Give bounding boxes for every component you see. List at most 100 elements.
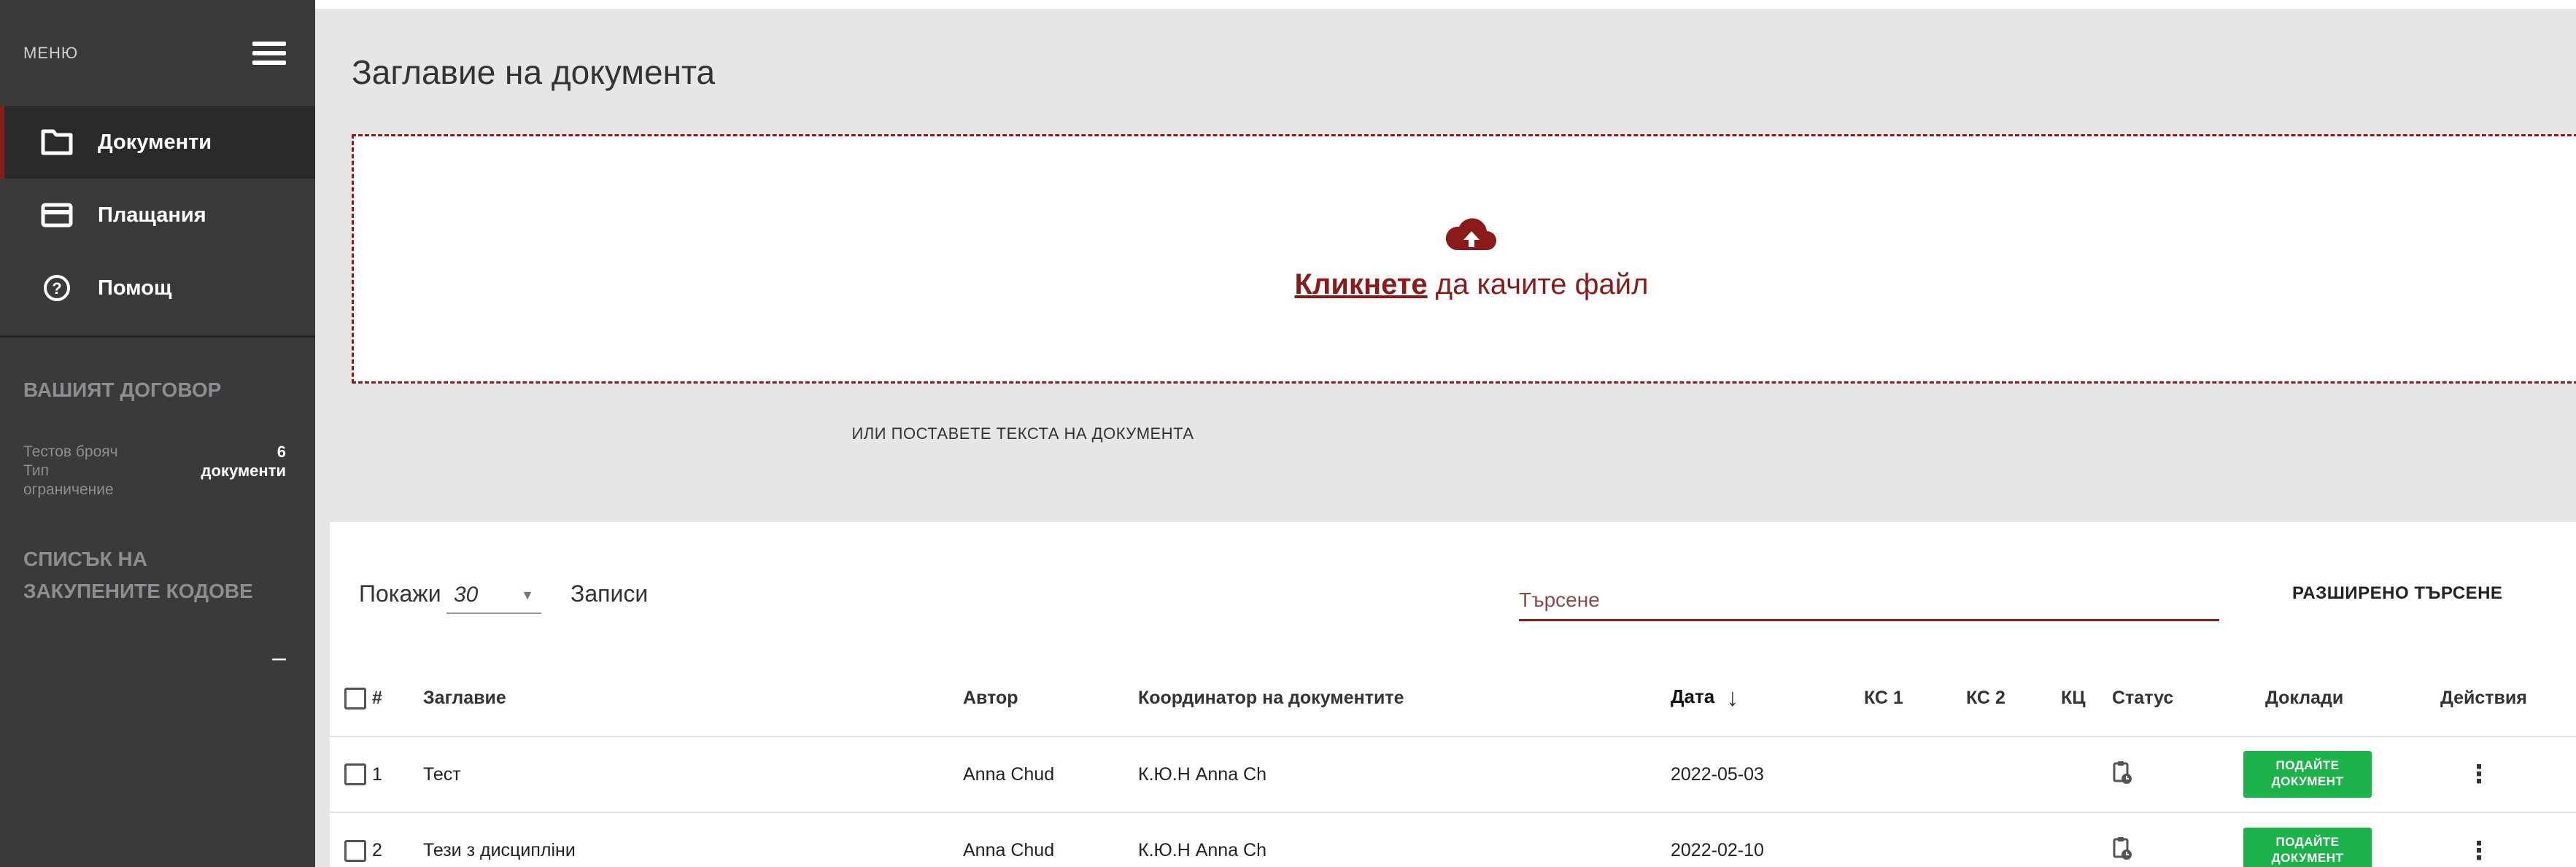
app: МЕНЮ Документи Плащания ? Помощ ВАШИЯТ Д… — [0, 0, 2576, 867]
select-all-checkbox[interactable] — [344, 687, 366, 709]
sidebar-item-label: Помощ — [98, 276, 172, 300]
purchased-codes-title-line-1: СПИСЪК НА — [23, 548, 147, 570]
tests-counter-row: Тестов брояч 6 — [0, 443, 315, 462]
tests-counter-label: Тестов брояч — [23, 443, 118, 460]
help-circle-icon: ? — [39, 273, 74, 303]
table-toolbar: Покажи 30 ▼ Записи РАЗШИРЕНО ТЪРСЕНЕ — [330, 522, 2576, 624]
select-all-cell — [330, 661, 372, 736]
row-title[interactable]: Тест — [423, 736, 963, 812]
column-header-title[interactable]: Заглавие — [423, 661, 963, 736]
upload-dropzone[interactable]: Кликнете да качите файл — [352, 134, 2576, 384]
column-header-author[interactable]: Автор — [963, 661, 1138, 736]
row-ks2 — [1966, 812, 2061, 867]
contract-title: ВАШИЯТ ДОГОВОР — [23, 378, 222, 401]
row-date: 2022-05-03 — [1671, 736, 1864, 812]
row-checkbox-cell — [330, 736, 372, 812]
row-checkbox-cell — [330, 812, 372, 867]
submit-document-button[interactable]: ПОДАЙТЕ ДОКУМЕНТ — [2243, 827, 2372, 867]
clipboard-clock-icon[interactable] — [2112, 836, 2132, 866]
row-kc — [2061, 736, 2112, 812]
limit-type-label-line-2: ограничение — [23, 481, 114, 498]
main-content: Заглавие на документа Кликнете да качите… — [315, 0, 2576, 867]
row-ks1 — [1864, 736, 1966, 812]
row-reports: ПОДАЙТЕ ДОКУМЕНТ — [2229, 736, 2440, 812]
top-strip — [315, 0, 2576, 9]
column-header-num: # — [372, 688, 382, 708]
svg-text:?: ? — [52, 279, 61, 298]
purchased-codes-section: СПИСЪК НА ЗАКУПЕНИТЕ КОДОВЕ – — [0, 499, 315, 672]
column-header-status[interactable]: Статус — [2112, 661, 2229, 736]
show-label: Покажи — [359, 580, 441, 607]
more-vertical-icon[interactable]: ⋮ — [2467, 836, 2491, 866]
limit-type-label-line-1: Тип — [23, 462, 50, 479]
documents-table-card: Покажи 30 ▼ Записи РАЗШИРЕНО ТЪРСЕНЕ — [330, 522, 2576, 867]
contract-section: ВАШИЯТ ДОГОВОР Тестов брояч 6 Тип ограни… — [0, 338, 315, 499]
row-kc — [2061, 812, 2112, 867]
submit-document-button[interactable]: ПОДАЙТЕ ДОКУМЕНТ — [2243, 751, 2372, 798]
upload-text: Кликнете да качите файл — [1295, 268, 1649, 301]
clipboard-clock-icon[interactable] — [2112, 760, 2132, 790]
document-title: Заглавие на документа — [352, 53, 716, 91]
row-ks1 — [1864, 812, 1966, 867]
sidebar: МЕНЮ Документи Плащания ? Помощ ВАШИЯТ Д… — [0, 0, 315, 867]
folder-icon — [39, 128, 74, 157]
row-status — [2112, 812, 2229, 867]
advanced-search-button[interactable]: РАЗШИРЕНО ТЪРСЕНЕ — [2292, 583, 2502, 604]
upload-click-link[interactable]: Кликнете — [1295, 268, 1428, 300]
submit-document-label-line-1: ПОДАЙТЕ — [2275, 834, 2340, 849]
page-size-select[interactable]: 30 ▼ — [446, 578, 541, 614]
row-coordinator: К.Ю.Н Anna Ch — [1138, 812, 1671, 867]
limit-type-row: Тип ограничение документи — [0, 462, 315, 499]
table-row[interactable]: 1 Тест Anna Chud К.Ю.Н Anna Ch 2022-05-0… — [330, 736, 2576, 812]
row-title[interactable]: Тези з дисциплiни — [423, 812, 963, 867]
sidebar-item-documents[interactable]: Документи — [0, 106, 315, 179]
row-date: 2022-02-10 — [1671, 812, 1864, 867]
row-num: 1 — [372, 736, 423, 812]
column-header-ks2[interactable]: КС 2 — [1966, 661, 2061, 736]
row-ks2 — [1966, 736, 2061, 812]
limit-type-label: Тип ограничение — [23, 462, 114, 499]
sidebar-item-payments[interactable]: Плащания — [0, 179, 315, 252]
more-vertical-icon[interactable]: ⋮ — [2467, 760, 2491, 789]
page-size-value: 30 — [454, 583, 479, 607]
credit-card-icon — [39, 201, 74, 230]
column-header-coordinator[interactable]: Координатор на документите — [1138, 661, 1671, 736]
column-header-reports: Доклади — [2265, 688, 2344, 708]
row-status — [2112, 736, 2229, 812]
sidebar-item-label: Плащания — [98, 203, 206, 227]
sidebar-item-help[interactable]: ? Помощ — [0, 252, 315, 324]
paste-text-link[interactable]: ИЛИ ПОСТАВЕТЕ ТЕКСТА НА ДОКУМЕНТА — [315, 424, 2576, 443]
column-header-actions: Действия — [2440, 688, 2527, 708]
arrow-down-icon: ↓ — [1726, 684, 1739, 712]
records-label: Записи — [570, 580, 649, 607]
cloud-upload-icon — [1444, 217, 1498, 258]
documents-table: # Заглавие Автор Координатор на документ… — [330, 661, 2576, 867]
submit-document-label-line-2: ДОКУМЕНТ — [2271, 850, 2344, 865]
hamburger-menu-icon[interactable] — [252, 41, 286, 65]
table-row[interactable]: 2 Тези з дисциплiни Anna Chud К.Ю.Н Anna… — [330, 812, 2576, 867]
row-num: 2 — [372, 812, 423, 867]
submit-document-label-line-1: ПОДАЙТЕ — [2275, 758, 2340, 772]
column-header-kc[interactable]: КЦ — [2061, 661, 2112, 736]
purchased-codes-value: – — [272, 644, 286, 672]
column-header-ks1[interactable]: КС 1 — [1864, 661, 1966, 736]
limit-type-value: документи — [201, 462, 286, 480]
row-checkbox[interactable] — [344, 763, 366, 786]
chevron-down-icon: ▼ — [521, 587, 534, 602]
row-coordinator: К.Ю.Н Anna Ch — [1138, 736, 1671, 812]
purchased-codes-title-line-2: ЗАКУПЕНИТЕ КОДОВЕ — [23, 580, 253, 602]
upload-text-rest: да качите файл — [1427, 268, 1649, 300]
column-header-date[interactable]: Дата ↓ — [1671, 661, 1864, 736]
paste-text-label: ИЛИ ПОСТАВЕТЕ ТЕКСТА НА ДОКУМЕНТА — [851, 424, 1194, 443]
submit-document-label-line-2: ДОКУМЕНТ — [2271, 774, 2344, 788]
column-header-date-label: Дата — [1671, 685, 1715, 708]
sidebar-header: МЕНЮ — [0, 0, 315, 106]
search-input[interactable] — [1519, 580, 2219, 621]
menu-label: МЕНЮ — [23, 43, 79, 62]
row-author: Anna Chud — [963, 812, 1138, 867]
row-checkbox[interactable] — [344, 839, 366, 862]
row-author: Anna Chud — [963, 736, 1138, 812]
row-reports: ПОДАЙТЕ ДОКУМЕНТ — [2229, 812, 2440, 867]
table-header-row: # Заглавие Автор Координатор на документ… — [330, 661, 2576, 736]
row-actions: ⋮ — [2440, 812, 2576, 867]
